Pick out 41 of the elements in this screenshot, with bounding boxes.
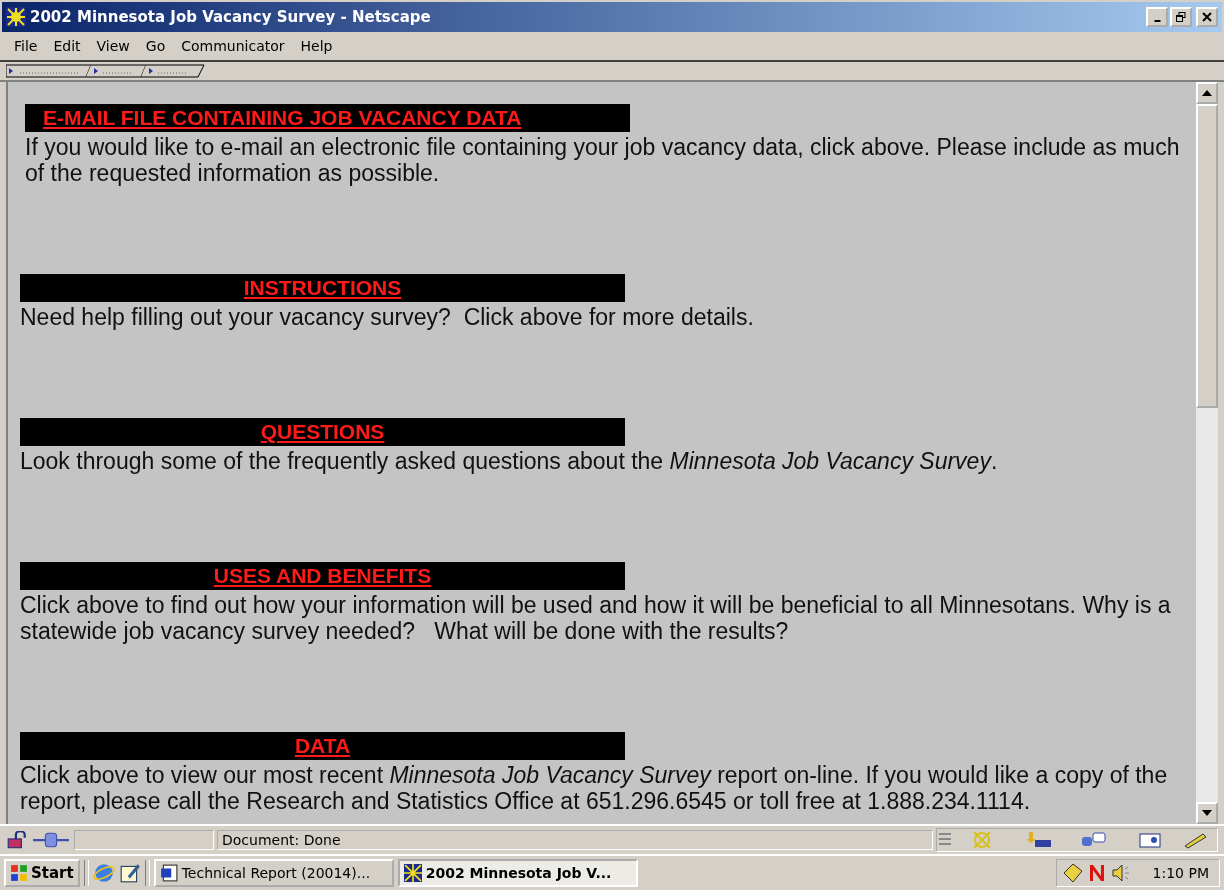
padlock-icon bbox=[6, 831, 28, 849]
document-icon bbox=[159, 864, 178, 882]
shield-icon[interactable] bbox=[1062, 863, 1083, 883]
scroll-up-button[interactable] bbox=[1196, 82, 1218, 104]
description-text: Click above to view our most recent Minnesota Job Vacancy Survey report on-line. If you would like a copy of the report, please call the Research and Statistics Office at 651.296.6545 or toll free at 1.888.234.1114. bbox=[20, 762, 1169, 814]
menu-item[interactable]: Help bbox=[292, 38, 341, 54]
up-arrow-icon bbox=[1202, 90, 1212, 96]
connection-plug-icon bbox=[31, 831, 71, 849]
scroll-thumb[interactable] bbox=[1196, 104, 1218, 408]
window-title: 2002 Minnesota Job Vacancy Survey - Netscape bbox=[30, 8, 432, 26]
menu-item[interactable]: Edit bbox=[45, 38, 89, 54]
minimize-icon bbox=[1153, 20, 1161, 22]
toolbar-grip-tabs[interactable] bbox=[6, 64, 206, 78]
close-button[interactable] bbox=[1196, 7, 1218, 27]
speaker-icon[interactable] bbox=[1110, 863, 1131, 883]
clock-text: 1:10 PM bbox=[1152, 865, 1209, 881]
restore-button[interactable] bbox=[1170, 7, 1192, 27]
start-button[interactable]: Start bbox=[4, 859, 80, 887]
close-icon bbox=[1202, 12, 1212, 22]
taskbar-button[interactable]: 2002 Minnesota Job V... bbox=[397, 859, 638, 887]
description-text: Click above to find out how your information will be used and how it will be beneficial to all Minnesotans. Why is a statewide job vacancy survey needed? What will be done with the results? bbox=[20, 592, 1172, 644]
description-text: Need help filling out your vacancy survey? Click above for more details. bbox=[20, 304, 755, 330]
status-text: Document: Done bbox=[217, 830, 933, 850]
menu-item[interactable]: Go bbox=[137, 38, 174, 54]
notepad-pen-icon[interactable] bbox=[118, 862, 141, 884]
description-text: Look through some of the frequently asked questions about the Minnesota Job Vacancy Survey. bbox=[20, 448, 999, 474]
heading-link[interactable]: DATA bbox=[294, 734, 351, 758]
menu-item[interactable]: View bbox=[88, 38, 138, 54]
heading-link[interactable]: USES AND BENEFITS bbox=[213, 564, 432, 588]
down-arrow-icon bbox=[1202, 810, 1212, 816]
taskbar-button[interactable]: Technical Report (20014)... bbox=[153, 859, 394, 887]
heading-link[interactable]: QUESTIONS bbox=[260, 420, 385, 444]
description-text: If you would like to e-mail an electronic file containing your job vacancy data, click above. Please include as much of the requested information as possible. bbox=[25, 134, 1181, 186]
minimize-button[interactable] bbox=[1146, 7, 1168, 27]
menu-item[interactable]: File bbox=[6, 38, 46, 54]
heading-link[interactable]: E-MAIL FILE CONTAINING JOB VACANCY DATA bbox=[43, 106, 522, 130]
heading-link[interactable]: INSTRUCTIONS bbox=[243, 276, 402, 300]
restore-icon bbox=[1176, 12, 1186, 22]
menu-item[interactable]: Communicator bbox=[173, 38, 293, 54]
scroll-down-button[interactable] bbox=[1196, 802, 1218, 824]
flag-icon bbox=[10, 864, 28, 882]
